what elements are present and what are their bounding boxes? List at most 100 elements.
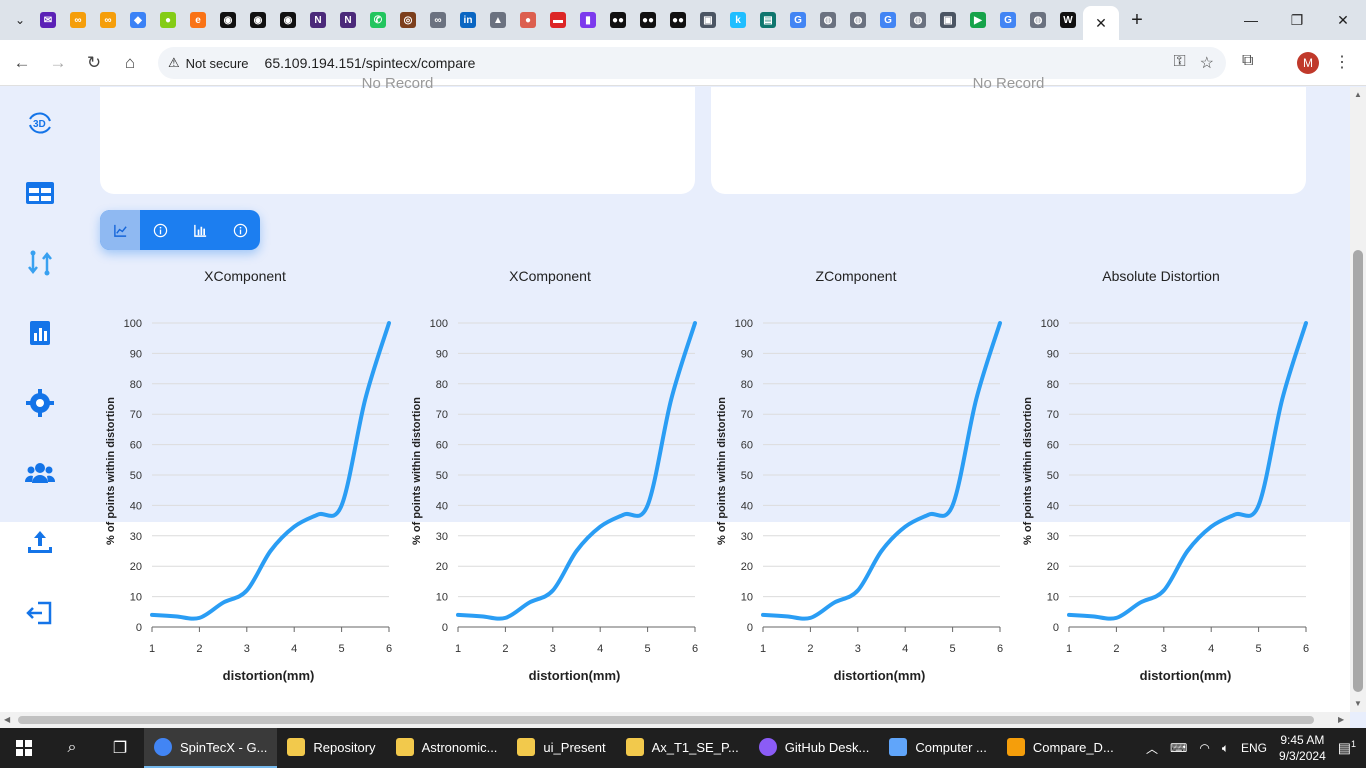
forward-arrow-icon[interactable]: →	[40, 45, 76, 81]
pinned-tab[interactable]: G	[783, 0, 813, 40]
taskbar-app[interactable]: Compare_D...	[997, 728, 1124, 768]
pinned-tab[interactable]: ▣	[693, 0, 723, 40]
vertical-scroll-thumb[interactable]	[1353, 250, 1363, 692]
security-indicator[interactable]: ⚠ Not secure	[168, 55, 249, 71]
pinned-tab[interactable]: ◍	[843, 0, 873, 40]
minimize-button[interactable]: —	[1228, 0, 1274, 40]
meet-icon: ▶	[970, 12, 986, 28]
close-window-button[interactable]: ✕	[1320, 0, 1366, 40]
bar-chart-info-button[interactable]	[220, 210, 260, 250]
x-tick-label: 4	[902, 643, 908, 655]
vertical-scrollbar[interactable]: ▲ ▼	[1350, 87, 1366, 712]
pinned-tab[interactable]: ●	[513, 0, 543, 40]
pinned-tab[interactable]: ▮	[573, 0, 603, 40]
scroll-up-arrow-icon[interactable]: ▲	[1354, 90, 1362, 99]
task-view-icon[interactable]: ❐	[96, 728, 144, 768]
x-tick-label: 6	[692, 643, 698, 655]
bar-chart-toggle-button[interactable]	[180, 210, 220, 250]
pinned-tab[interactable]: ●	[153, 0, 183, 40]
tab-search-chevron-icon[interactable]: ⌄	[7, 7, 33, 33]
horizontal-scrollbar[interactable]: ◀ ▶	[0, 712, 1350, 728]
pinned-tab[interactable]: ▣	[933, 0, 963, 40]
pinned-tab[interactable]: ◍	[1023, 0, 1053, 40]
y-tick-label: 60	[1047, 440, 1059, 452]
pinned-tab[interactable]: e	[183, 0, 213, 40]
taskbar-app[interactable]: GitHub Desk...	[749, 728, 880, 768]
taskbar-app[interactable]: Computer ...	[879, 728, 997, 768]
line-chart-toggle-button[interactable]	[100, 210, 140, 250]
pinned-tab[interactable]: ∞	[93, 0, 123, 40]
pinned-tab[interactable]: ∞	[423, 0, 453, 40]
pinned-tab[interactable]: G	[873, 0, 903, 40]
sidebar: 3D	[0, 87, 80, 712]
edge-icon: e	[190, 12, 206, 28]
pinned-tab[interactable]: ∞	[63, 0, 93, 40]
gmail-icon: ✉	[40, 12, 56, 28]
url-text[interactable]: 65.109.194.151/spintecx/compare	[265, 55, 476, 71]
pinned-tab[interactable]: W	[1053, 0, 1083, 40]
sidebar-compare-icon[interactable]	[22, 245, 58, 281]
active-tab-close-icon[interactable]: ✕	[1083, 6, 1119, 40]
pinned-tab[interactable]: ▬	[543, 0, 573, 40]
x-tick-label: 6	[1303, 643, 1309, 655]
input-method-icon[interactable]: ⌨	[1170, 741, 1187, 755]
x-axis-label: distortion(mm)	[223, 668, 315, 683]
pinned-tab[interactable]: ◆	[123, 0, 153, 40]
pinned-tab[interactable]: ◉	[273, 0, 303, 40]
taskbar-app[interactable]: SpinTecX - G...	[144, 728, 278, 768]
pinned-tab[interactable]: ●●	[603, 0, 633, 40]
scroll-left-arrow-icon[interactable]: ◀	[4, 715, 10, 724]
scroll-right-arrow-icon[interactable]: ▶	[1338, 715, 1344, 724]
y-tick-label: 0	[747, 622, 753, 634]
horizontal-scroll-thumb[interactable]	[18, 716, 1314, 724]
taskbar-app[interactable]: ui_Present	[507, 728, 615, 768]
pinned-tab[interactable]: ◎	[393, 0, 423, 40]
pinned-tab[interactable]: ◉	[243, 0, 273, 40]
network-icon[interactable]: ◠	[1199, 741, 1209, 755]
pinned-tab[interactable]: ✆	[363, 0, 393, 40]
pinned-tab[interactable]: N	[333, 0, 363, 40]
profile-avatar[interactable]: M	[1297, 52, 1319, 74]
password-key-icon[interactable]: ⚿	[1173, 53, 1185, 73]
pinned-tab[interactable]: ▲	[483, 0, 513, 40]
pinned-tab[interactable]: G	[993, 0, 1023, 40]
taskbar-app[interactable]: Repository	[277, 728, 385, 768]
pinned-tab[interactable]: in	[453, 0, 483, 40]
sidebar-logout-icon[interactable]	[22, 595, 58, 631]
sidebar-3d-icon[interactable]: 3D	[22, 105, 58, 141]
pinned-tab[interactable]: ▤	[753, 0, 783, 40]
scroll-down-arrow-icon[interactable]: ▼	[1354, 699, 1362, 708]
pinned-tab[interactable]: ▶	[963, 0, 993, 40]
pinned-tab[interactable]: ◉	[213, 0, 243, 40]
bookmark-star-icon[interactable]: ☆	[1200, 53, 1214, 73]
sidebar-report-icon[interactable]	[22, 315, 58, 351]
sidebar-upload-icon[interactable]	[22, 525, 58, 561]
sidebar-settings-gear-icon[interactable]	[22, 385, 58, 421]
line-chart-info-button[interactable]	[140, 210, 180, 250]
pinned-tab[interactable]: ◍	[903, 0, 933, 40]
sidebar-users-icon[interactable]	[22, 455, 58, 491]
back-arrow-icon[interactable]: ←	[4, 45, 40, 81]
taskbar-app[interactable]: Ax_T1_SE_P...	[616, 728, 749, 768]
browser-menu-icon[interactable]: ⋮	[1334, 52, 1350, 72]
clock[interactable]: 9:45 AM 9/3/2024	[1279, 732, 1326, 764]
volume-icon[interactable]: 🔈︎	[1222, 741, 1229, 756]
new-tab-button[interactable]: +	[1119, 9, 1155, 32]
globe-icon-3: ◍	[1030, 12, 1046, 28]
language-indicator[interactable]: ENG	[1241, 741, 1267, 755]
pinned-tab[interactable]: ●●	[663, 0, 693, 40]
pinned-tab[interactable]: N	[303, 0, 333, 40]
windows-start-icon[interactable]	[0, 728, 48, 768]
y-tick-label: 20	[436, 561, 448, 573]
taskbar-app[interactable]: Astronomic...	[386, 728, 508, 768]
restore-button[interactable]: ❐	[1274, 0, 1320, 40]
extensions-puzzle-icon[interactable]: ⧉	[1242, 52, 1266, 74]
pinned-tab[interactable]: ◍	[813, 0, 843, 40]
show-hidden-icons-chevron-icon[interactable]: ︿	[1146, 740, 1158, 757]
pinned-tab[interactable]: ✉	[33, 0, 63, 40]
search-icon[interactable]: ⌕	[48, 728, 96, 768]
notification-center-icon[interactable]: ▤1	[1338, 739, 1356, 757]
sidebar-table-icon[interactable]	[22, 175, 58, 211]
pinned-tab[interactable]: k	[723, 0, 753, 40]
pinned-tab[interactable]: ●●	[633, 0, 663, 40]
